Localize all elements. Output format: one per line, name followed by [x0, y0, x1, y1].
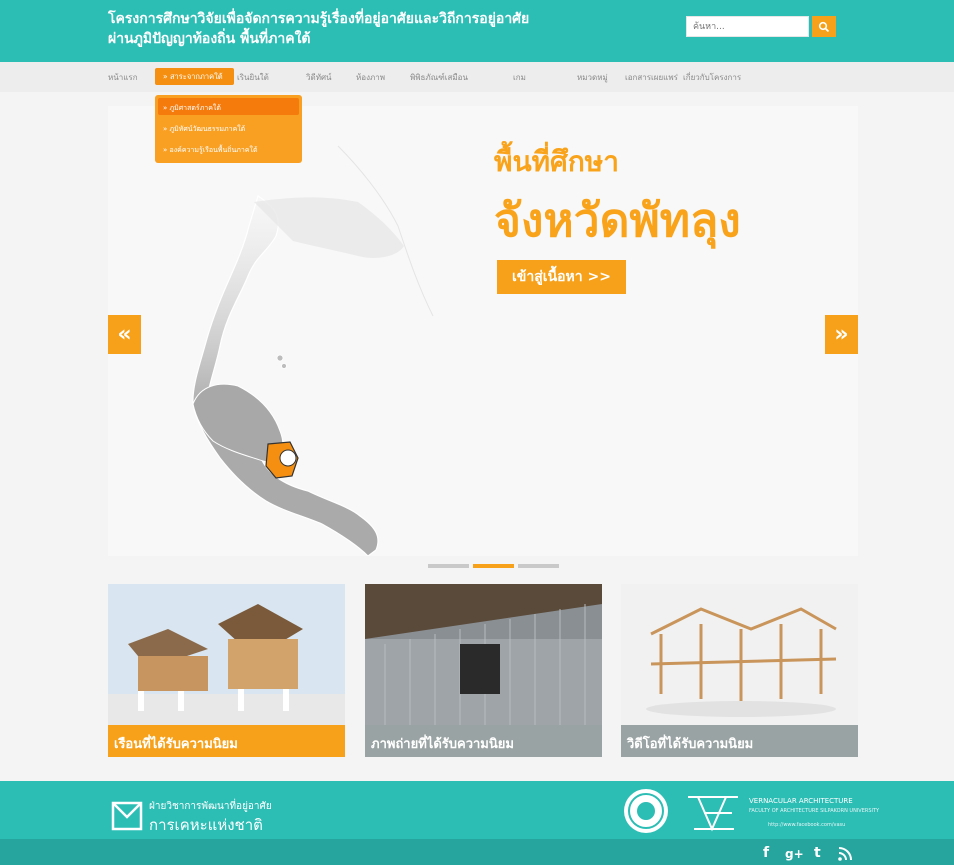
main-nav — [0, 62, 954, 92]
nav-virtual-museum[interactable]: พิพิธภัณฑ์เสมือน — [410, 71, 468, 84]
slide-headline-big: จังหวัดพัทลุง — [494, 193, 741, 247]
nav-videos[interactable]: วิดีทัศน์ — [306, 71, 332, 84]
hero-slider — [108, 106, 858, 556]
slider-next-button[interactable]: » — [825, 315, 858, 354]
video-thumbnail — [621, 584, 858, 725]
nav-publications[interactable]: เอกสารเผยแพร่ — [625, 71, 678, 84]
twitter-icon[interactable]: t — [814, 845, 821, 861]
slider-dot-1[interactable] — [428, 564, 469, 568]
university-seal-icon — [624, 789, 668, 833]
footer-org-line1: ฝ่ายวิชาการพัฒนาที่อยู่อาศัย — [149, 801, 272, 812]
footer-org-line2: การเคหะแห่งชาติ — [149, 816, 263, 834]
popular-photos-card[interactable]: ภาพถ่ายที่ได้รับความนิยม — [365, 584, 602, 757]
enter-content-button[interactable]: เข้าสู่เนื้อหา >> — [497, 260, 626, 294]
nav-item-3[interactable]: เรินยินใต้ — [237, 71, 269, 84]
search-icon — [818, 21, 830, 32]
nav-categories[interactable]: หมวดหมู่ — [577, 71, 608, 84]
thailand-map — [192, 145, 434, 556]
nav-dropdown-menu: » ภูมิศาสตร์ภาคใต้ » ภูมิทัศน์วัฒนธรรมภา… — [155, 95, 302, 163]
footer-bottom-bar — [0, 839, 954, 865]
va-url[interactable]: http://www.facebook.com/vasu — [768, 822, 845, 828]
card-caption-houses[interactable]: เรือนที่ได้รับความนิยม — [108, 725, 345, 757]
va-subtitle: FACULTY OF ARCHITECTURE SILPAKORN UNIVER… — [749, 808, 880, 814]
dropdown-item-geography[interactable]: » ภูมิศาสตร์ภาคใต้ — [163, 103, 221, 114]
dropdown-item-vernacular-houses[interactable]: » องค์ความรู้เรือนพื้นถิ่นภาคใต้ — [163, 145, 258, 156]
rss-icon[interactable] — [838, 847, 852, 861]
house-thumbnail — [108, 584, 345, 725]
photo-thumbnail — [365, 584, 602, 725]
card-caption-photos[interactable]: ภาพถ่ายที่ได้รับความนิยม — [365, 725, 602, 757]
nav-about[interactable]: เกี่ยวกับโครงการ — [683, 71, 741, 84]
nav-gallery[interactable]: ห้องภาพ — [356, 71, 385, 84]
nav-games[interactable]: เกม — [513, 71, 526, 84]
popular-houses-card[interactable]: เรือนที่ได้รับความนิยม — [108, 584, 345, 757]
slider-dot-2[interactable] — [473, 564, 514, 568]
slide-headline-small: พื้นที่ศึกษา — [494, 145, 619, 178]
nav-active-label: » สาระจากภาคใต้ — [163, 72, 223, 81]
va-title: VERNACULAR ARCHITECTURE — [749, 797, 853, 805]
site-title-line1[interactable]: โครงการศึกษาวิจัยเพื่อจัดการความรู้เรื่อ… — [108, 10, 529, 28]
nav-home[interactable]: หน้าแรก — [108, 71, 138, 84]
site-title-line2[interactable]: ผ่านภูมิปัญญาท้องถิ่น พื้นที่ภาคใต้ — [108, 30, 311, 48]
facebook-icon[interactable]: f — [763, 845, 769, 861]
card-caption-videos[interactable]: วิดีโอที่ได้รับความนิยม — [621, 725, 858, 757]
popular-videos-card[interactable]: วิดีโอที่ได้รับความนิยม — [621, 584, 858, 757]
slider-dot-3[interactable] — [518, 564, 559, 568]
dropdown-item-cultural-landscape[interactable]: » ภูมิทัศน์วัฒนธรรมภาคใต้ — [163, 124, 245, 135]
nav-southern-knowledge[interactable]: » สาระจากภาคใต้ — [155, 68, 234, 85]
vernacular-architecture-logo-icon — [688, 796, 738, 832]
slider-prev-button[interactable]: « — [108, 315, 141, 354]
search-input[interactable] — [686, 16, 809, 37]
search-button[interactable] — [812, 16, 836, 37]
google-plus-icon[interactable]: g+ — [785, 847, 804, 861]
nha-logo-icon — [111, 801, 143, 831]
